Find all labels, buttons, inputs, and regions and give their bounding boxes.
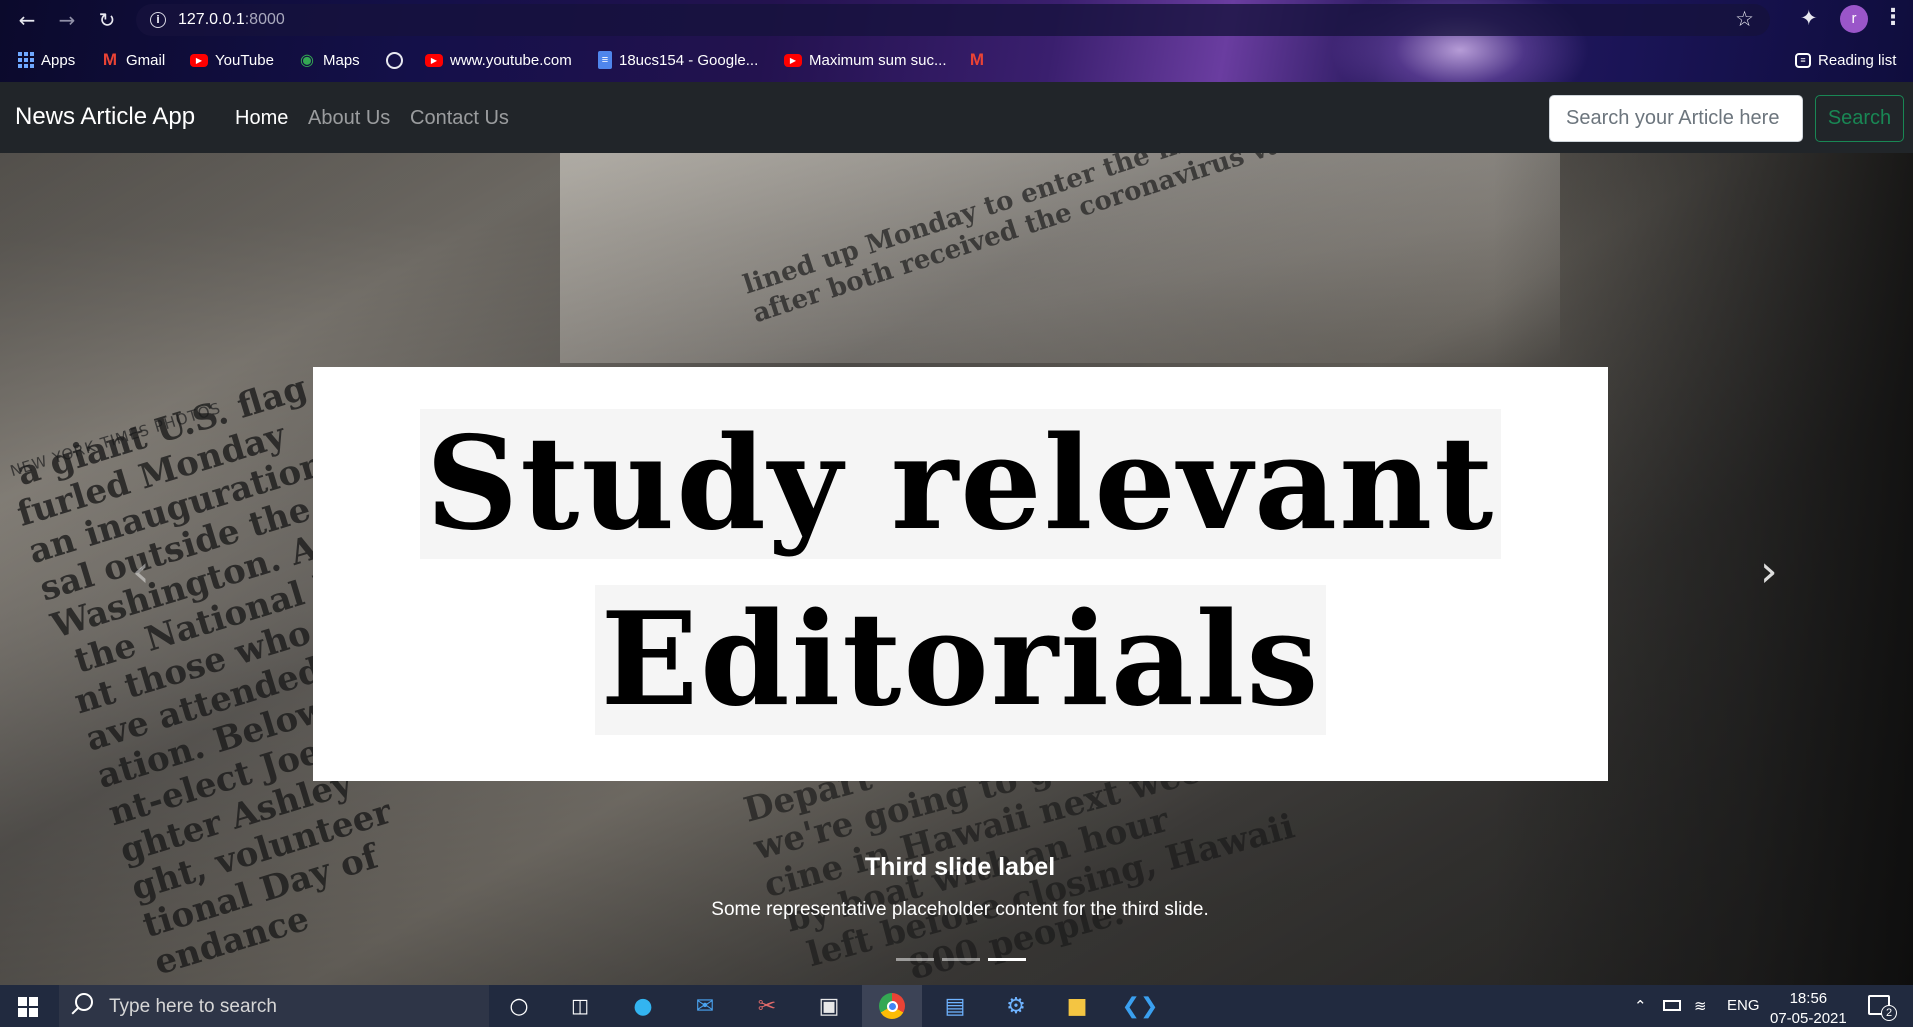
search-button[interactable]: Search bbox=[1815, 95, 1904, 142]
language-indicator[interactable]: ENG bbox=[1727, 997, 1760, 1014]
search-icon bbox=[75, 993, 93, 1011]
gmail-icon: M bbox=[102, 50, 118, 69]
taskbar-clock[interactable]: 18:56 07-05-2021 bbox=[1770, 989, 1847, 1027]
slide-caption-title: Third slide label bbox=[864, 853, 1056, 881]
bookmark-maximum-sum[interactable]: ▶ Maximum sum suc... bbox=[784, 49, 947, 71]
carousel-indicator-2[interactable] bbox=[942, 958, 980, 961]
chrome-icon bbox=[879, 993, 905, 1019]
bookmark-star-icon[interactable]: ☆ bbox=[1735, 7, 1754, 31]
nav-link-home[interactable]: Home bbox=[235, 107, 288, 130]
bookmarks-bar: Apps M Gmail ▶ YouTube ◉ Maps ▶ www.yout… bbox=[0, 46, 1913, 74]
browser-chrome: ← → ↻ i 127.0.0.1:8000 ☆ ✦ r ⋮ Apps M Gm… bbox=[0, 0, 1913, 82]
network-tool-icon[interactable]: ⚙ bbox=[1001, 991, 1031, 1021]
reload-icon[interactable]: ↻ bbox=[94, 7, 120, 33]
headline-line-2: Editorials bbox=[594, 585, 1327, 735]
windows-start-icon[interactable] bbox=[18, 997, 38, 1017]
show-hidden-icons-chevron-icon[interactable]: ⌃ bbox=[1634, 997, 1647, 1015]
microsoft-store-icon[interactable]: ▣ bbox=[814, 991, 844, 1021]
address-bar[interactable]: i 127.0.0.1:8000 ☆ bbox=[136, 4, 1770, 36]
remote-desktop-icon[interactable]: ▤ bbox=[940, 991, 970, 1021]
apps-grid-icon bbox=[18, 52, 34, 68]
bookmark-gmail-2[interactable]: M bbox=[968, 49, 986, 71]
article-search-input[interactable] bbox=[1549, 95, 1803, 142]
cortana-circle-icon[interactable]: ○ bbox=[504, 991, 534, 1021]
bookmark-apps[interactable]: Apps bbox=[18, 49, 75, 71]
file-explorer-folder-icon[interactable]: ■ bbox=[1062, 991, 1092, 1021]
navbar-brand[interactable]: News Article App bbox=[15, 103, 195, 131]
browser-menu-icon[interactable]: ⋮ bbox=[1882, 5, 1904, 30]
maps-pin-icon: ◉ bbox=[300, 52, 314, 69]
gmail-icon: M bbox=[969, 50, 985, 69]
profile-avatar[interactable]: r bbox=[1840, 5, 1868, 33]
bookmark-youtube-com[interactable]: ▶ www.youtube.com bbox=[425, 49, 572, 71]
edge-browser-icon[interactable]: ● bbox=[628, 991, 658, 1021]
youtube-icon: ▶ bbox=[190, 53, 208, 67]
bookmark-google-doc[interactable]: ≡ 18ucs154 - Google... bbox=[598, 49, 758, 71]
youtube-icon: ▶ bbox=[425, 53, 443, 67]
carousel-indicators bbox=[896, 958, 1026, 961]
snip-sketch-icon[interactable]: ✂ bbox=[752, 991, 782, 1021]
bookmark-globe[interactable] bbox=[386, 49, 403, 71]
windows-taskbar: Type here to search ○ ◫ ● ✉ ✂ ▣ ▤ ⚙ ■ ❮❯… bbox=[0, 985, 1913, 1027]
url-text[interactable]: 127.0.0.1:8000 bbox=[178, 11, 285, 29]
battery-icon[interactable] bbox=[1663, 1000, 1681, 1011]
vscode-icon[interactable]: ❮❯ bbox=[1122, 991, 1159, 1021]
chrome-taskbar-button[interactable] bbox=[862, 985, 922, 1027]
headline-line-1: Study relevant bbox=[419, 409, 1502, 559]
extensions-puzzle-icon[interactable]: ✦ bbox=[1800, 6, 1818, 30]
bookmark-youtube[interactable]: ▶ YouTube bbox=[190, 49, 274, 71]
bookmark-maps[interactable]: ◉ Maps bbox=[298, 49, 360, 71]
carousel-indicator-3[interactable] bbox=[988, 958, 1026, 961]
taskbar-search-box[interactable]: Type here to search bbox=[59, 985, 489, 1027]
nav-link-contact-us[interactable]: Contact Us bbox=[410, 107, 509, 130]
carousel-indicator-1[interactable] bbox=[896, 958, 934, 961]
slide-headline-image: Study relevant Editorials bbox=[313, 367, 1608, 781]
forward-arrow-icon[interactable]: → bbox=[54, 7, 80, 33]
nav-link-about-us[interactable]: About Us bbox=[308, 107, 390, 130]
mail-icon[interactable]: ✉ bbox=[690, 991, 720, 1021]
google-docs-icon: ≡ bbox=[598, 51, 612, 69]
carousel-prev-chevron-icon[interactable]: ‹ bbox=[132, 546, 150, 597]
site-navbar: News Article App Home About Us Contact U… bbox=[0, 82, 1913, 153]
wifi-icon[interactable]: ≋ bbox=[1694, 997, 1707, 1015]
carousel-next-chevron-icon[interactable]: › bbox=[1760, 546, 1778, 597]
reading-list-icon: ≡ bbox=[1795, 52, 1811, 68]
reading-list-button[interactable]: ≡ Reading list bbox=[1795, 49, 1896, 71]
slide-caption-text: Some representative placeholder content … bbox=[711, 899, 1209, 920]
youtube-icon: ▶ bbox=[784, 53, 802, 67]
news-carousel: lined up Monday to enter the first mass … bbox=[0, 153, 1913, 985]
site-info-icon[interactable]: i bbox=[150, 12, 166, 28]
notification-count-badge: 2 bbox=[1881, 1005, 1897, 1021]
back-arrow-icon[interactable]: ← bbox=[14, 7, 40, 33]
globe-icon bbox=[386, 51, 403, 69]
browser-toolbar: ← → ↻ i 127.0.0.1:8000 ☆ ✦ r ⋮ bbox=[0, 0, 1913, 40]
task-view-icon[interactable]: ◫ bbox=[565, 991, 595, 1021]
bookmark-gmail[interactable]: M Gmail bbox=[101, 49, 165, 71]
